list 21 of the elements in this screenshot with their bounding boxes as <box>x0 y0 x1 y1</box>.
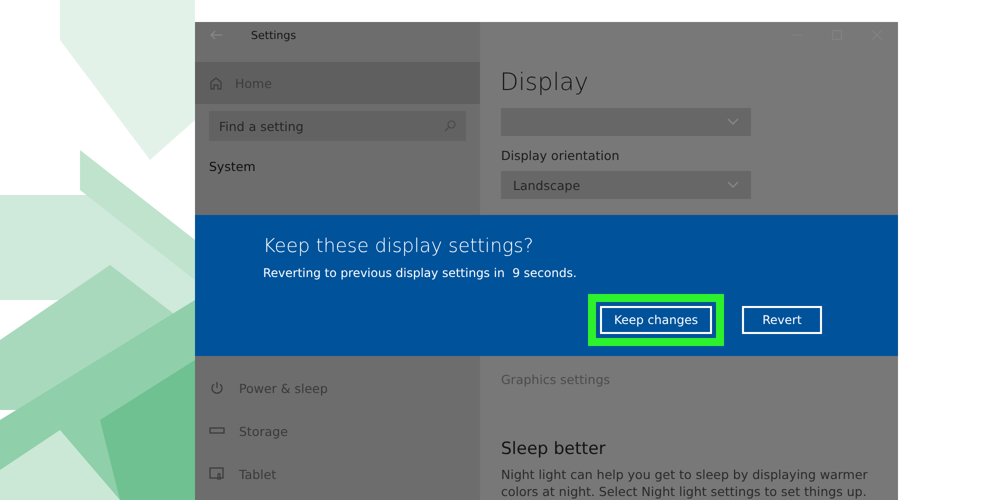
dropdown[interactable]: Landscape <box>501 171 751 199</box>
section-heading: System <box>209 159 257 174</box>
window-title: Settings <box>251 28 296 42</box>
power-icon <box>210 381 224 395</box>
back-arrow-icon[interactable] <box>209 30 223 40</box>
dialog-button[interactable]: Revert <box>742 306 822 334</box>
page-heading: Display <box>500 68 590 96</box>
chevron-icon <box>727 181 739 189</box>
home-icon <box>209 76 223 90</box>
tablet-icon <box>209 467 225 481</box>
field-label: Display orientation <box>501 148 620 163</box>
dialog-message: Reverting to previous display settings in 9 seconds. <box>263 266 578 280</box>
section-title: Sleep better <box>501 439 607 459</box>
storage-icon <box>209 427 225 435</box>
chevron-icon <box>727 118 739 126</box>
dialog-button[interactable]: Keep changes <box>600 306 712 334</box>
section-text: Night light can help you get to sleep by displaying warmer colors at night. Select Night light settings to set things up. <box>501 466 869 500</box>
dialog-title: Keep these display settings? <box>263 234 534 257</box>
search-field[interactable]: Find a setting <box>209 111 466 141</box>
search-icon <box>444 120 456 132</box>
dropdown[interactable] <box>501 108 751 136</box>
